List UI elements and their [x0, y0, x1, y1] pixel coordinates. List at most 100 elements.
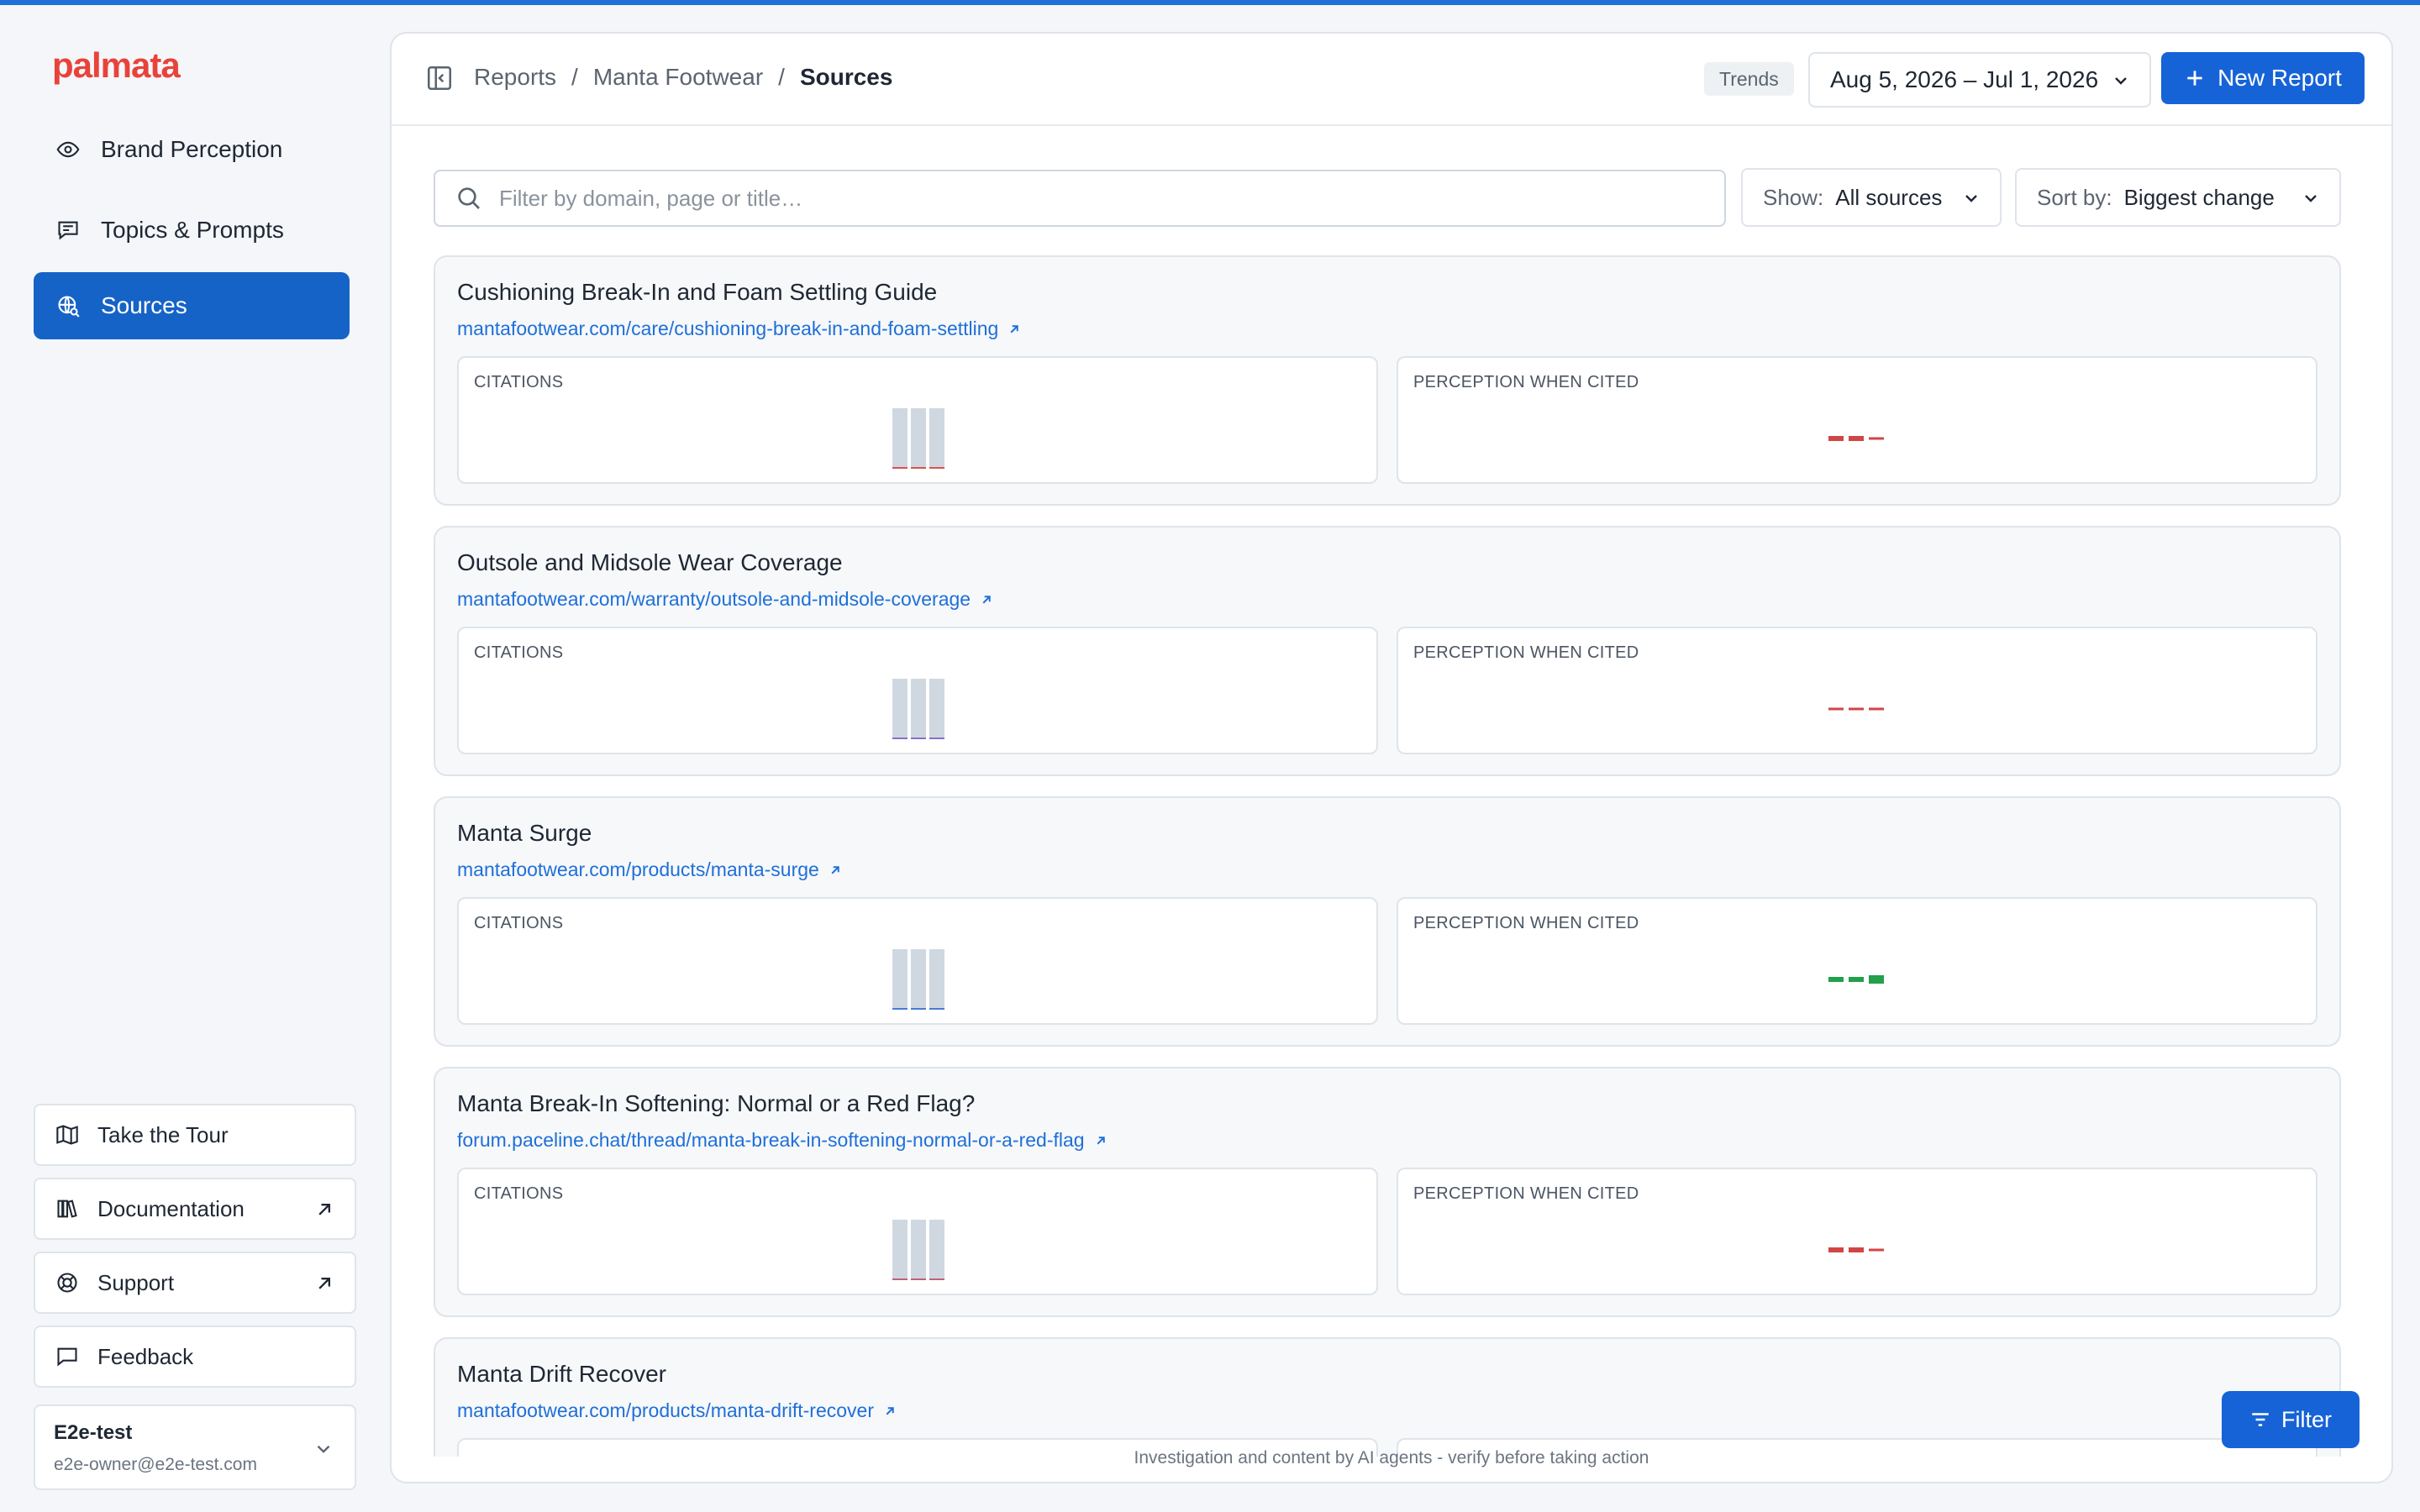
sidebar-item-label: Brand Perception	[101, 136, 283, 162]
account-email: e2e-owner@e2e-test.com	[54, 1455, 257, 1474]
perception-bar[interactable]	[1828, 1247, 1844, 1252]
citation-bar[interactable]	[892, 408, 908, 469]
perception-panel: PERCEPTION WHEN CITED	[1397, 897, 2317, 1025]
citation-bar-accent	[929, 1008, 944, 1010]
search-input[interactable]	[499, 185, 1724, 212]
perception-bar[interactable]	[1869, 437, 1884, 440]
trends-badge[interactable]: Trends	[1704, 62, 1794, 96]
citations-sparkbars	[892, 679, 944, 739]
source-card[interactable]: Cushioning Break-In and Foam Settling Gu…	[434, 255, 2341, 506]
perception-bar[interactable]	[1869, 975, 1884, 984]
source-card[interactable]: Manta Break-In Softening: Normal or a Re…	[434, 1067, 2341, 1317]
citation-bar[interactable]	[929, 679, 944, 739]
perception-sparkbars	[1828, 1247, 1884, 1252]
external-link-icon	[1010, 324, 1019, 333]
citation-bar[interactable]	[892, 1220, 908, 1280]
date-range-picker[interactable]: Aug 5, 2026 – Jul 1, 2026	[1808, 52, 2151, 108]
perception-bar[interactable]	[1849, 436, 1864, 441]
support-button[interactable]: Support	[34, 1252, 356, 1314]
breadcrumb-current: Sources	[799, 64, 893, 90]
new-report-button[interactable]: New Report	[2161, 52, 2365, 104]
citation-bar-accent	[892, 1008, 908, 1010]
source-url-link[interactable]: mantafootwear.com/warranty/outsole-and-m…	[457, 588, 994, 611]
sort-dropdown[interactable]: Sort by: Biggest change	[2015, 168, 2341, 227]
source-card[interactable]: Manta Drift Recover mantafootwear.com/pro…	[434, 1337, 2341, 1457]
eye-icon	[54, 135, 82, 164]
citation-bar[interactable]	[911, 949, 926, 1010]
citation-bar-accent	[892, 467, 908, 469]
citations-sparkbars	[892, 1220, 944, 1280]
source-title: Manta Drift Recover	[457, 1361, 666, 1387]
citation-bar[interactable]	[911, 679, 926, 739]
breadcrumb: Reports / Manta Footwear / Sources	[474, 64, 892, 91]
citation-bar[interactable]	[929, 408, 944, 469]
new-report-label: New Report	[2217, 65, 2342, 91]
message-list-icon	[54, 216, 82, 244]
sidebar-item-sources[interactable]: Sources	[34, 272, 350, 339]
account-switcher[interactable]: E2e-test e2e-owner@e2e-test.com	[34, 1404, 356, 1490]
perception-panel: PERCEPTION WHEN CITED	[1397, 1168, 2317, 1295]
external-link-icon	[886, 1406, 894, 1415]
feedback-button[interactable]: Feedback	[34, 1326, 356, 1388]
citation-bar[interactable]	[892, 949, 908, 1010]
chevron-down-icon	[317, 1445, 330, 1453]
citation-bar[interactable]	[929, 949, 944, 1010]
perception-bar[interactable]	[1828, 977, 1844, 982]
perception-bar[interactable]	[1828, 436, 1844, 441]
logo[interactable]: palmata	[52, 45, 181, 86]
perception-bar[interactable]	[1869, 707, 1884, 711]
sort-value: Biggest change	[2123, 184, 2275, 210]
source-title: Manta Surge	[457, 820, 592, 846]
perception-bar[interactable]	[1849, 977, 1864, 982]
citation-bar[interactable]	[892, 679, 908, 739]
sidebar-toggle-icon[interactable]	[425, 64, 454, 92]
source-list: Cushioning Break-In and Foam Settling Gu…	[434, 255, 2341, 1457]
citation-bar-accent	[929, 1278, 944, 1280]
chevron-down-icon	[1965, 195, 1977, 202]
sidebar-item-label: Sources	[101, 292, 187, 318]
source-card[interactable]: Manta Surge mantafootwear.com/products/ma…	[434, 796, 2341, 1047]
ai-disclaimer: Investigation and content by AI agents -…	[1134, 1448, 1649, 1467]
perception-bar[interactable]	[1849, 1247, 1864, 1252]
external-link-icon	[982, 595, 991, 603]
source-card[interactable]: Outsole and Midsole Wear Coverage mantafo…	[434, 526, 2341, 776]
search-field[interactable]	[434, 170, 1726, 227]
sidebar-item-brand-perception[interactable]: Brand Perception	[34, 116, 350, 183]
source-url: mantafootwear.com/products/manta-drift-r…	[457, 1399, 874, 1421]
citation-bar-accent	[911, 1278, 926, 1280]
sidebar-item-topics-prompts[interactable]: Topics & Prompts	[34, 197, 350, 264]
citations-panel: CITATIONS	[457, 627, 1378, 754]
external-link-icon	[831, 865, 839, 874]
source-url-link[interactable]: mantafootwear.com/products/manta-surge	[457, 858, 843, 881]
search-icon	[458, 187, 480, 209]
show-filter-dropdown[interactable]: Show: All sources	[1741, 168, 2002, 227]
source-url-link[interactable]: forum.paceline.chat/thread/manta-break-i…	[457, 1129, 1108, 1152]
citation-bar[interactable]	[929, 1220, 944, 1280]
breadcrumb-brand[interactable]: Manta Footwear	[593, 64, 763, 91]
chat-bubble-icon	[54, 1343, 81, 1370]
source-title: Manta Break-In Softening: Normal or a Re…	[457, 1090, 976, 1116]
filter-lines-icon	[2252, 1413, 2269, 1426]
take-tour-button[interactable]: Take the Tour	[34, 1104, 356, 1166]
citation-bar-accent	[892, 738, 908, 739]
source-title: Cushioning Break-In and Foam Settling Gu…	[457, 279, 938, 305]
page-header: Reports / Manta Footwear / Sources Trend…	[392, 34, 2391, 126]
citations-panel: CITATIONS	[457, 356, 1378, 484]
citation-bar-accent	[929, 467, 944, 469]
support-label: Support	[97, 1269, 175, 1295]
source-url-link[interactable]: mantafootwear.com/products/manta-drift-r…	[457, 1399, 897, 1422]
citation-bar-accent	[892, 1278, 908, 1280]
documentation-button[interactable]: Documentation	[34, 1178, 356, 1240]
perception-panel: PERCEPTION WHEN CITED	[1397, 627, 2317, 754]
perception-bar[interactable]	[1828, 707, 1844, 711]
source-url-link[interactable]: mantafootwear.com/care/cushioning-break-…	[457, 318, 1022, 340]
chevron-down-icon	[2115, 77, 2127, 85]
breadcrumb-reports[interactable]: Reports	[474, 64, 556, 91]
citation-bar-accent	[911, 1008, 926, 1010]
perception-panel: PERCEPTION WHEN CITED	[1397, 356, 2317, 484]
citation-bar[interactable]	[911, 1220, 926, 1280]
filter-button[interactable]: Filter	[2222, 1391, 2360, 1448]
perception-bar[interactable]	[1869, 1248, 1884, 1252]
citation-bar[interactable]	[911, 408, 926, 469]
perception-bar[interactable]	[1849, 707, 1864, 711]
